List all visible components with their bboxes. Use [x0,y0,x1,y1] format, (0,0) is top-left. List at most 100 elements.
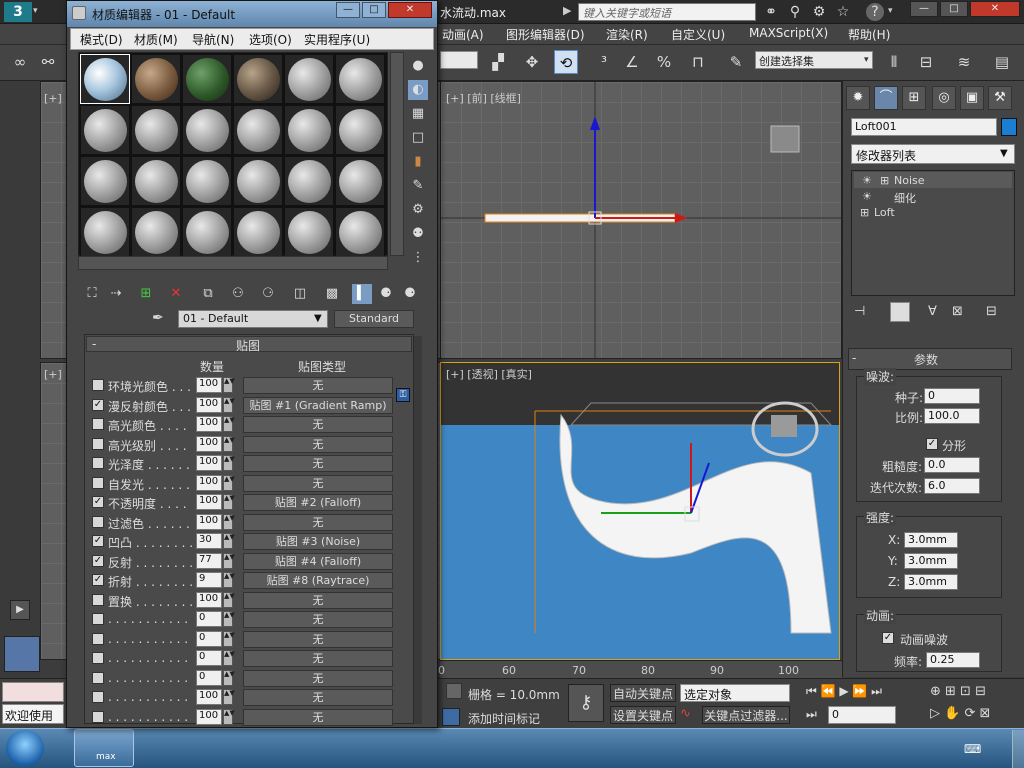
map-enable-checkbox[interactable] [92,418,104,430]
map-slot-button[interactable]: 贴图 #3 (Noise) [243,533,393,550]
material-slot[interactable] [335,207,385,257]
material-slot[interactable] [335,156,385,206]
fractal-checkbox[interactable]: ✓ [926,438,938,450]
sample-type-icon[interactable]: ● [408,56,428,76]
viewport-layout-icon[interactable] [4,636,40,672]
select-by-material-icon[interactable]: ⚉ [408,224,428,244]
map-amount-field[interactable]: 0 [196,669,222,686]
playback-controls-icon[interactable]: ⏮ ⏪ ▶ ⏩ ⏭ [806,684,882,699]
expand-search-icon[interactable]: ▶ [563,4,571,17]
material-slot[interactable] [80,156,130,206]
scale-field[interactable]: 100.0 [924,408,980,424]
align-icon[interactable]: ⊟ [914,50,938,74]
minimize-button[interactable]: — [910,1,938,17]
show-end-result-material-icon[interactable]: ▍ [352,284,372,304]
material-slot[interactable] [80,105,130,155]
map-slot-button[interactable]: 无 [243,416,393,433]
material-slot[interactable] [182,207,232,257]
menu-rendering[interactable]: 渲染(R) [606,26,648,43]
map-amount-spinner-icon[interactable]: ▲▼ [223,650,235,666]
map-enable-checkbox[interactable] [92,632,104,645]
hierarchy-tab-icon[interactable]: ⊞ [902,86,926,110]
display-tab-icon[interactable]: ▣ [960,86,984,110]
roughness-field[interactable]: 0.0 [924,457,980,473]
make-copy-icon[interactable]: ⧉ [198,284,218,304]
selection-lock-icon[interactable] [446,683,462,699]
stack-item-noise[interactable]: Noise [894,174,925,187]
map-amount-spinner-icon[interactable]: ▲▼ [223,494,235,510]
material-slot[interactable] [182,54,232,104]
map-amount-field[interactable]: 100 [196,708,222,725]
remove-modifier-icon[interactable]: ⊠ [952,304,963,319]
options-icon[interactable]: ⚙ [408,200,428,220]
key-icon[interactable]: ⚷ [568,684,604,722]
assign-to-selection-icon[interactable]: ⊞ [136,284,156,304]
app-menu-arrow-icon[interactable]: ▾ [33,6,38,16]
map-enable-checkbox[interactable]: ✓ [92,398,104,411]
map-enable-checkbox[interactable] [92,593,104,606]
selection-filter-dropdown[interactable] [440,51,478,69]
help-icon[interactable]: ? [866,3,884,21]
map-amount-field[interactable]: 100 [196,416,222,432]
map-amount-field[interactable]: 77 [196,552,222,569]
map-amount-spinner-icon[interactable]: ▲▼ [223,435,235,452]
material-slot[interactable] [131,156,181,206]
map-amount-field[interactable]: 9 [196,572,222,588]
map-amount-spinner-icon[interactable]: ▲▼ [223,572,235,588]
material-slot[interactable] [80,207,130,257]
background-icon[interactable]: ▦ [408,104,428,124]
map-slot-button[interactable]: 无 [243,474,393,492]
expand-icon[interactable]: ⊞ [880,174,889,187]
modify-tab-icon[interactable]: ⌒ [874,86,898,110]
map-amount-spinner-icon[interactable]: ▲▼ [223,533,235,549]
map-enable-checkbox[interactable]: ✓ [92,535,104,547]
show-end-result-icon[interactable] [890,302,910,322]
key-filter-button[interactable]: 关键点过滤器... [702,706,790,724]
layer-manager-icon[interactable]: ≋ [952,50,976,74]
map-enable-checkbox[interactable] [92,515,104,528]
material-slot[interactable] [131,105,181,155]
map-amount-spinner-icon[interactable]: ▲▼ [223,708,235,725]
add-time-tag[interactable]: 添加时间标记 [468,710,540,727]
maxscript-listener[interactable] [2,682,64,702]
reset-map-icon[interactable]: ✕ [166,284,186,304]
map-enable-checkbox[interactable] [92,613,104,625]
select-move-icon[interactable]: ✥ [520,50,544,74]
favorites-star-icon[interactable]: ☆ [834,3,852,21]
map-amount-spinner-icon[interactable]: ▲▼ [223,630,235,647]
expand-viewport-icon[interactable]: ▶ [10,600,30,620]
backlight-icon[interactable]: ◐ [408,80,428,100]
material-slot[interactable] [131,54,181,104]
material-slot[interactable] [335,105,385,155]
slots-vertical-scrollbar[interactable] [390,52,404,256]
spinner-snap-icon[interactable]: ⊓ [686,50,710,74]
material-slot[interactable] [233,105,283,155]
make-unique-icon[interactable]: ∀ [928,304,937,319]
map-slot-button[interactable]: 无 [243,377,393,394]
key-mode-icon[interactable]: ⏭ [806,707,817,722]
create-tab-icon[interactable]: ✹ [846,86,870,110]
show-shaded-map-icon[interactable]: ▩ [322,284,342,304]
modifier-list-arrow-icon[interactable]: ▼ [1000,148,1008,159]
slots-horizontal-scrollbar[interactable] [78,256,388,270]
pin-stack-icon[interactable]: ⊣ [854,304,865,319]
material-slot[interactable] [131,207,181,257]
angle-snap-icon[interactable]: ∠ [620,50,644,74]
map-enable-checkbox[interactable]: ✓ [92,574,104,586]
menu-animation[interactable]: 动画(A) [442,26,484,43]
me-maximize-button[interactable]: □ [362,2,386,18]
map-slot-button[interactable]: 无 [243,650,393,667]
map-enable-checkbox[interactable] [92,691,104,703]
show-desktop-button[interactable] [1012,730,1024,768]
map-enable-checkbox[interactable] [92,437,104,450]
menu-customize[interactable]: 自定义(U) [671,26,725,43]
object-color-swatch[interactable] [1001,118,1017,136]
video-color-check-icon[interactable]: ▮ [408,152,428,172]
strength-y-field[interactable]: 3.0mm [904,553,958,569]
motion-tab-icon[interactable]: ◎ [932,86,956,110]
stack-item-loft[interactable]: Loft [874,206,895,219]
map-enable-checkbox[interactable] [92,457,104,469]
map-slot-button[interactable]: 无 [243,689,393,706]
snap-3-icon[interactable]: ³ [592,50,616,74]
material-slot[interactable] [182,105,232,155]
